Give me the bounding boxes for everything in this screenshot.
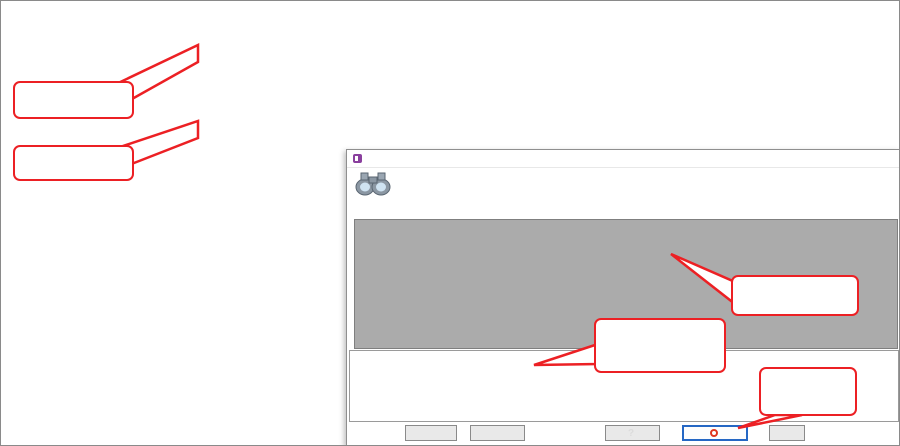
help-ghost-icon: ? xyxy=(627,427,635,439)
callout-unhidden-row-1 xyxy=(13,81,134,119)
onepager-screenshot: ? xyxy=(0,0,900,446)
callout-unhidden-row-2 xyxy=(13,145,134,181)
fix-selected-button[interactable] xyxy=(682,425,748,441)
lifering-icon xyxy=(709,429,718,437)
callout-onepager-explanation xyxy=(594,318,726,373)
help-me-button[interactable]: ? xyxy=(605,425,660,441)
callout-fix-selected xyxy=(759,367,857,416)
callout-removal-of-red-xs xyxy=(731,275,859,316)
select-all-button[interactable] xyxy=(405,425,457,441)
close-button[interactable] xyxy=(769,425,805,441)
onepager-app-icon xyxy=(353,154,362,163)
clear-selections-button[interactable] xyxy=(470,425,525,441)
binoculars-icon xyxy=(355,172,391,196)
dialog-titlebar[interactable] xyxy=(347,150,899,168)
